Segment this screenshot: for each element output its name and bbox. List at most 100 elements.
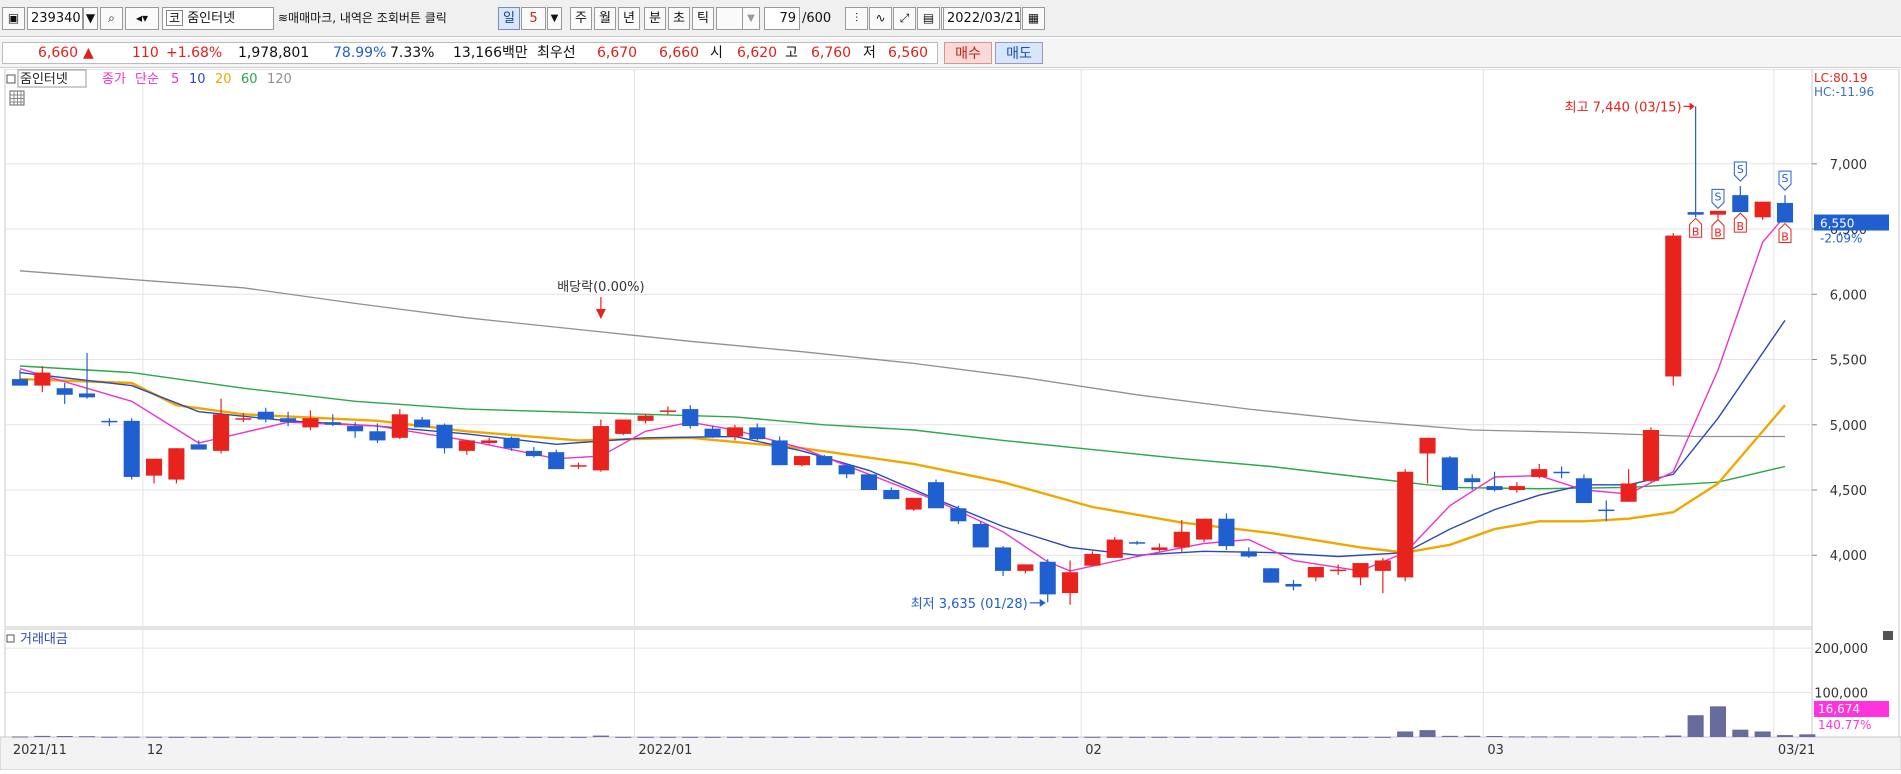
price-chart[interactable]: 4,0004,5005,0005,5006,0006,5007,000100,0… (0, 68, 1901, 771)
clear-icon[interactable]: ⤢ (893, 7, 916, 30)
volume-bar (793, 736, 811, 738)
code-dropdown-icon[interactable]: ▼ (83, 7, 98, 30)
volume-bar (34, 735, 51, 737)
volume-bar (1129, 736, 1146, 738)
period-dropdown-icon[interactable]: ▼ (547, 7, 562, 30)
candle (1776, 202, 1794, 223)
volume-bar (883, 736, 900, 738)
volume-bar (1196, 736, 1213, 738)
volume-bar (548, 736, 565, 738)
price-panel (4, 68, 1813, 628)
x-tick-label: 2021/11 (13, 743, 67, 758)
candle (56, 388, 73, 395)
volume-bar (1642, 736, 1659, 738)
candle (905, 497, 922, 510)
tick-dropdown-icon[interactable]: ▼ (742, 7, 760, 30)
candle (1263, 568, 1280, 583)
last-price-pct: -2.09% (1820, 232, 1862, 246)
candle (414, 419, 431, 428)
low-label: 저 (863, 45, 876, 61)
period-tick-button[interactable]: 틱 (692, 7, 714, 30)
stock-code-input[interactable]: 239340 (27, 7, 83, 30)
candle (1173, 531, 1190, 548)
high-price: 6,760 (811, 45, 852, 61)
volume-bar (168, 736, 185, 738)
volume-bar (972, 736, 989, 738)
save-icon[interactable]: ▤ (917, 7, 940, 30)
buy-button[interactable]: 매수 (944, 42, 992, 64)
buy-mark-label: B (1737, 220, 1745, 233)
volume-bar (123, 736, 140, 738)
quote-bar: 6,660 ▲ 110 +1.68% 1,978,801 78.99% 7.33… (0, 38, 1901, 68)
volume-bar (78, 736, 96, 738)
candle (458, 440, 475, 451)
sell-mark-label: S (1782, 172, 1789, 185)
volume-bar (302, 736, 319, 738)
candle (637, 415, 654, 421)
volume-bar (726, 736, 743, 738)
dividend-label: 배당락(0.00%) (557, 280, 644, 295)
volume-bar (56, 736, 73, 738)
candle (324, 422, 341, 425)
volume-bar (816, 736, 833, 738)
period-week-button[interactable]: 주 (570, 7, 592, 30)
period-second-button[interactable]: 초 (668, 7, 690, 30)
lc-label: LC:80.19 (1814, 71, 1867, 85)
volume-bar (1754, 731, 1771, 737)
date-input[interactable]: 2022/03/21 (943, 7, 1021, 30)
candle (548, 452, 565, 470)
open-price: 6,620 (737, 45, 778, 61)
sell-button[interactable]: 매도 (995, 42, 1043, 64)
period-minute-button[interactable]: 분 (644, 7, 666, 30)
period-year-button[interactable]: 년 (618, 7, 640, 30)
candle (838, 465, 855, 475)
search-icon[interactable]: ⌕ (100, 7, 123, 30)
volume-bar (1508, 736, 1525, 738)
candle (190, 444, 207, 450)
candle (347, 426, 364, 432)
calendar-icon[interactable]: ▦ (1022, 7, 1045, 30)
candle (257, 411, 274, 420)
candle (1039, 561, 1056, 595)
volume-bar (704, 736, 721, 738)
volume-bar (1486, 735, 1503, 737)
volume-bar (11, 736, 29, 738)
candle (481, 440, 498, 444)
candle (972, 523, 989, 548)
volume-bar (1620, 736, 1637, 738)
stock-name-box[interactable]: 코 줌인터넷 (162, 7, 274, 30)
candle (1196, 518, 1213, 540)
sound-icon[interactable]: ◂▾ (125, 7, 159, 30)
candle (659, 410, 676, 412)
candle (1642, 429, 1659, 481)
up-arrow-icon: ▲ (83, 45, 94, 61)
volume-bar (1441, 735, 1458, 737)
candle (1687, 212, 1704, 215)
candle (213, 414, 230, 451)
candle (1397, 471, 1414, 578)
trade-mark-notice: ≋매매마크, 내역은 조회버튼 클릭 (278, 11, 447, 25)
x-axis-panel (0, 736, 1901, 771)
volume-bar (458, 736, 475, 738)
volume-bar (257, 736, 274, 738)
candle (682, 409, 699, 427)
data-count-input[interactable]: 79 (764, 7, 800, 30)
trade-amount: 13,166백만 (453, 45, 528, 61)
legend-close-label: 종가 (102, 72, 126, 87)
volume-bar (213, 736, 230, 738)
y-tick-label: 5,500 (1830, 354, 1867, 369)
candle-type-icon[interactable]: ⫶ (845, 7, 868, 30)
y-tick-label: 7,000 (1830, 158, 1867, 173)
volume-panel-title: 거래대금 (20, 632, 68, 647)
chart-settings-icon[interactable]: ▣ (2, 7, 25, 30)
candle (235, 418, 252, 420)
volume-bar (1039, 736, 1056, 738)
period-month-button[interactable]: 월 (594, 7, 616, 30)
line-type-icon[interactable]: ∿ (869, 7, 892, 30)
volume-bar (1240, 736, 1257, 738)
candle (1508, 486, 1525, 490)
high-note: 최고 7,440 (03/15) (1565, 100, 1682, 115)
period-day-button[interactable]: 일 (498, 7, 520, 30)
period-multiplier[interactable]: 5 (521, 7, 546, 30)
volume-bar (146, 736, 163, 738)
